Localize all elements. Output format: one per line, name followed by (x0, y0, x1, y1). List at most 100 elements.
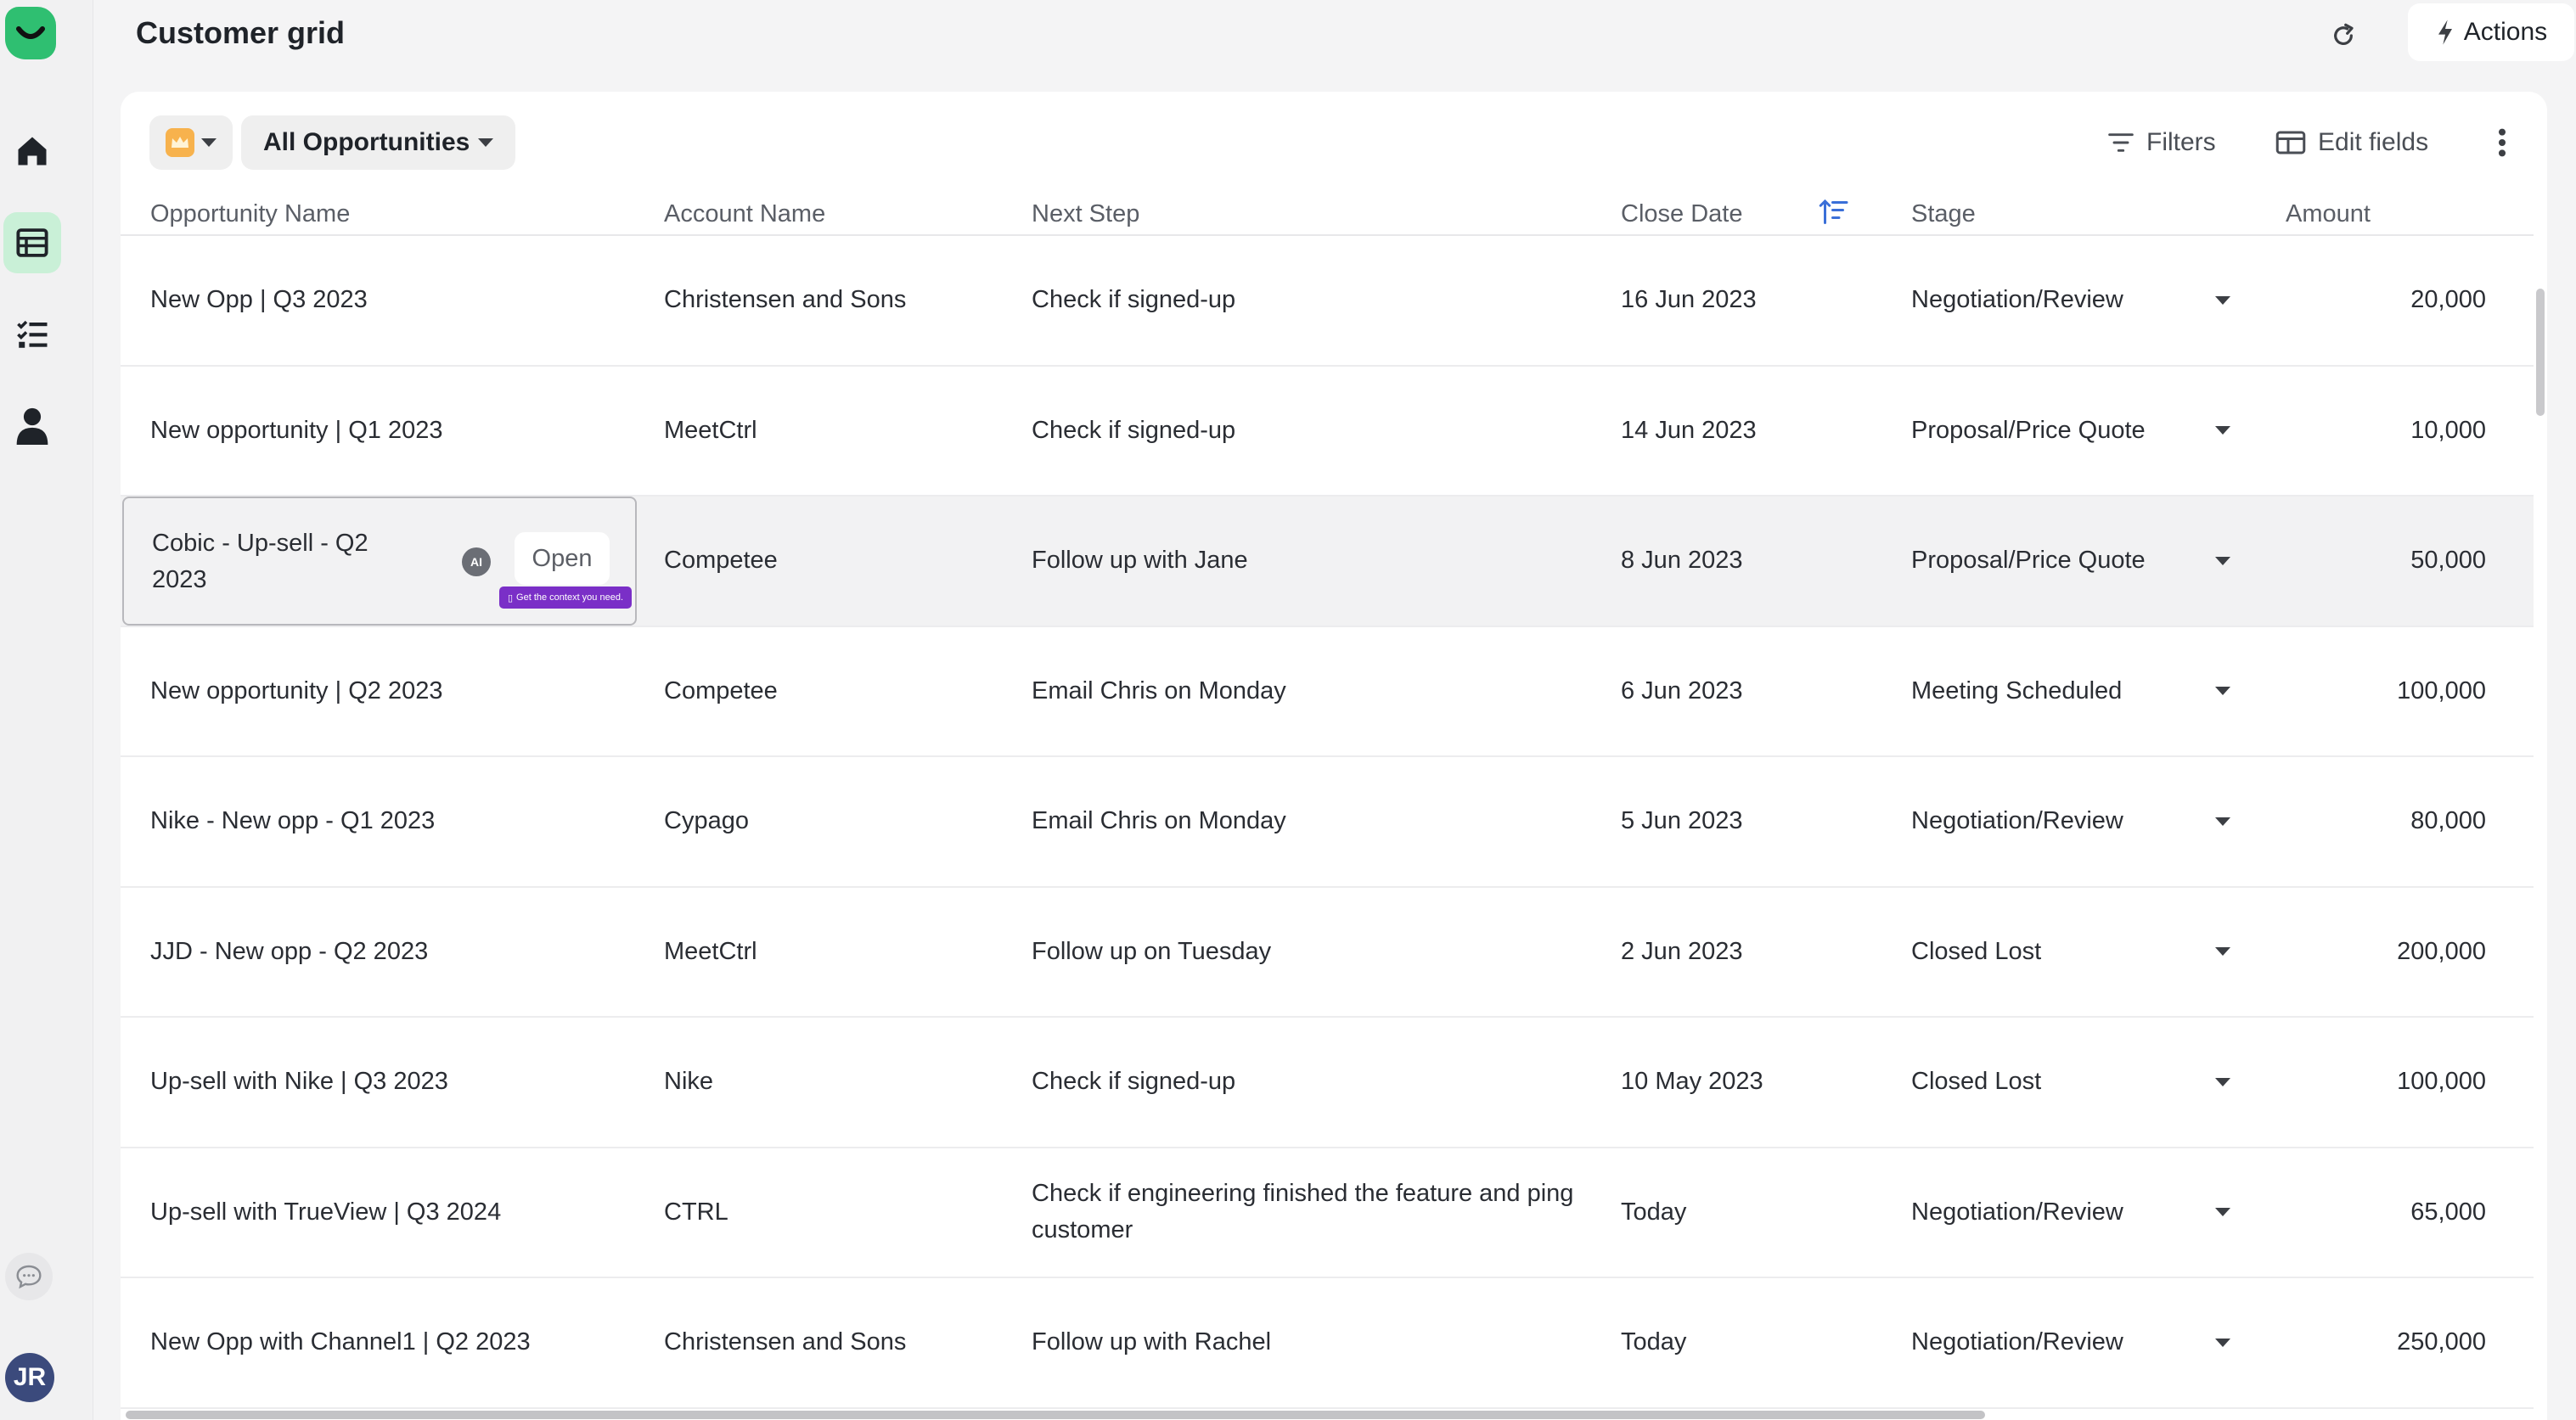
stage-cell[interactable]: Meeting Scheduled (1911, 627, 2217, 756)
amount-cell[interactable]: 65,000 (2243, 1148, 2486, 1277)
next-step-cell[interactable]: Email Chris on Monday (1032, 757, 1592, 886)
account-name-cell[interactable]: Competee (664, 497, 1021, 626)
opportunity-name-cell[interactable]: JJD - New opp - Q2 2023 (150, 888, 626, 1017)
column-header-stage[interactable]: Stage (1911, 200, 1976, 228)
amount-cell[interactable]: 100,000 (2243, 627, 2486, 756)
next-step-cell[interactable]: Email Chris on Monday (1032, 627, 1592, 756)
contacts-nav-button[interactable] (3, 396, 61, 457)
stage-cell[interactable]: Proposal/Price Quote (1911, 367, 2217, 496)
more-options-button[interactable] (2489, 121, 2515, 165)
next-step-cell[interactable]: Follow up on Tuesday (1032, 888, 1592, 1017)
amount-cell[interactable]: 100,000 (2243, 1018, 2486, 1147)
amount-cell[interactable]: 20,000 (2243, 236, 2486, 365)
opportunity-name-cell[interactable]: Up-sell with TrueView | Q3 2024 (150, 1148, 626, 1277)
stage-cell[interactable]: Proposal/Price Quote (1911, 497, 2217, 626)
account-name-cell[interactable]: CTRL (664, 1148, 1021, 1277)
table-row[interactable]: New opportunity | Q2 2023 Competee Email… (121, 627, 2534, 757)
table-row[interactable]: Up-sell with Nike | Q3 2023 Nike Check i… (121, 1018, 2534, 1148)
account-name-cell[interactable]: Competee (664, 627, 1021, 756)
horizontal-scrollbar-thumb[interactable] (126, 1411, 1985, 1419)
stage-cell[interactable]: Negotiation/Review (1911, 757, 2217, 886)
next-step-cell[interactable]: Follow up with Rachel (1032, 1278, 1592, 1407)
close-date-cell[interactable]: 10 May 2023 (1621, 1018, 1876, 1147)
view-icon-picker[interactable] (149, 115, 233, 170)
opportunity-name-cell[interactable]: New opportunity | Q1 2023 (150, 367, 626, 496)
table-row[interactable]: Nike - New opp - Q1 2023 Cypago Email Ch… (121, 757, 2534, 888)
account-name-cell[interactable]: MeetCtrl (664, 367, 1021, 496)
column-header-amount[interactable]: Amount (2286, 200, 2371, 228)
vertical-scrollbar-thumb[interactable] (2536, 289, 2545, 416)
stage-dropdown-icon[interactable] (2206, 236, 2240, 365)
next-step-cell[interactable]: Follow up with Jane (1032, 497, 1592, 626)
close-date-cell[interactable]: 6 Jun 2023 (1621, 627, 1876, 756)
table-row[interactable]: New opportunity | Q1 2023 MeetCtrl Check… (121, 367, 2534, 497)
table-row[interactable]: JJD - New opp - Q2 2023 MeetCtrl Follow … (121, 888, 2534, 1018)
next-step-cell[interactable]: Check if signed-up (1032, 236, 1592, 365)
refresh-button[interactable] (2323, 15, 2364, 56)
amount-cell[interactable]: 50,000 (2243, 497, 2486, 626)
tasks-nav-button[interactable] (3, 304, 61, 365)
stage-cell[interactable]: Negotiation/Review (1911, 236, 2217, 365)
actions-button[interactable]: Actions (2408, 3, 2574, 61)
amount-cell[interactable]: 80,000 (2243, 757, 2486, 886)
grid-nav-button[interactable] (3, 212, 61, 273)
home-nav-button[interactable] (3, 121, 61, 182)
close-date-cell[interactable]: Today (1621, 1278, 1876, 1407)
column-header-opportunity-name[interactable]: Opportunity Name (150, 200, 350, 228)
account-name-cell[interactable]: Cypago (664, 757, 1021, 886)
stage-cell[interactable]: Negotiation/Review (1911, 1278, 2217, 1407)
horizontal-scrollbar[interactable] (126, 1410, 2542, 1420)
user-avatar[interactable]: JR (5, 1353, 54, 1402)
stage-dropdown-icon[interactable] (2206, 757, 2240, 886)
account-name-cell[interactable]: Nike (664, 1018, 1021, 1147)
next-step-cell[interactable]: Check if signed-up (1032, 367, 1592, 496)
amount-cell[interactable]: 200,000 (2243, 888, 2486, 1017)
view-selector[interactable]: All Opportunities (241, 115, 516, 170)
opportunity-name-cell[interactable]: Up-sell with Nike | Q3 2023 (150, 1018, 626, 1147)
opportunity-name-cell[interactable]: Nike - New opp - Q1 2023 (150, 757, 626, 886)
close-date-cell[interactable]: 8 Jun 2023 (1621, 497, 1876, 626)
opportunities-table: Opportunity Name Account Name Next Step … (121, 194, 2534, 1409)
table-row[interactable]: Up-sell with TrueView | Q3 2024 CTRL Che… (121, 1148, 2534, 1278)
stage-dropdown-icon[interactable] (2206, 1018, 2240, 1147)
table-row[interactable]: New Opp with Channel1 | Q2 2023 Christen… (121, 1278, 2534, 1409)
amount-cell[interactable]: 250,000 (2243, 1278, 2486, 1407)
close-date-cell[interactable]: 5 Jun 2023 (1621, 757, 1876, 886)
close-date-cell[interactable]: Today (1621, 1148, 1876, 1277)
opportunity-name-cell[interactable]: New opportunity | Q2 2023 (150, 627, 626, 756)
stage-dropdown-icon[interactable] (2206, 888, 2240, 1017)
stage-dropdown-icon[interactable] (2206, 367, 2240, 496)
sort-descending-icon[interactable] (1819, 197, 1849, 233)
app-logo[interactable] (5, 7, 56, 59)
stage-dropdown-icon[interactable] (2206, 1278, 2240, 1407)
column-header-close-date[interactable]: Close Date (1621, 200, 1742, 228)
column-header-account-name[interactable]: Account Name (664, 200, 825, 228)
next-step-cell[interactable]: Check if signed-up (1032, 1018, 1592, 1147)
column-header-next-step[interactable]: Next Step (1032, 200, 1139, 228)
ai-chip-icon[interactable]: AI (462, 547, 491, 576)
vertical-scrollbar[interactable] (2534, 194, 2547, 1420)
opportunity-name-cell[interactable]: New Opp with Channel1 | Q2 2023 (150, 1278, 626, 1407)
close-date-cell[interactable]: 16 Jun 2023 (1621, 236, 1876, 365)
close-date-cell[interactable]: 14 Jun 2023 (1621, 367, 1876, 496)
stage-dropdown-icon[interactable] (2206, 1148, 2240, 1277)
table-row[interactable]: Cobic - Up-sell - Q2 2023 AI Open ▯ Get … (121, 497, 2534, 627)
chat-button[interactable] (5, 1253, 53, 1300)
account-name-cell[interactable]: MeetCtrl (664, 888, 1021, 1017)
table-row[interactable]: New Opp | Q3 2023 Christensen and Sons C… (121, 236, 2534, 367)
account-name-cell[interactable]: Christensen and Sons (664, 1278, 1021, 1407)
opportunity-name-cell-focused[interactable]: Cobic - Up-sell - Q2 2023 AI Open ▯ Get … (122, 497, 637, 626)
next-step-cell[interactable]: Check if engineering finished the featur… (1032, 1148, 1592, 1277)
open-record-button[interactable]: Open (515, 532, 610, 585)
close-date-cell[interactable]: 2 Jun 2023 (1621, 888, 1876, 1017)
stage-dropdown-icon[interactable] (2206, 497, 2240, 626)
amount-cell[interactable]: 10,000 (2243, 367, 2486, 496)
stage-cell[interactable]: Negotiation/Review (1911, 1148, 2217, 1277)
opportunity-name-cell[interactable]: New Opp | Q3 2023 (150, 236, 626, 365)
filters-button[interactable]: Filters (2107, 121, 2216, 165)
stage-cell[interactable]: Closed Lost (1911, 888, 2217, 1017)
stage-cell[interactable]: Closed Lost (1911, 1018, 2217, 1147)
account-name-cell[interactable]: Christensen and Sons (664, 236, 1021, 365)
edit-fields-button[interactable]: Edit fields (2275, 121, 2428, 165)
stage-dropdown-icon[interactable] (2206, 627, 2240, 756)
